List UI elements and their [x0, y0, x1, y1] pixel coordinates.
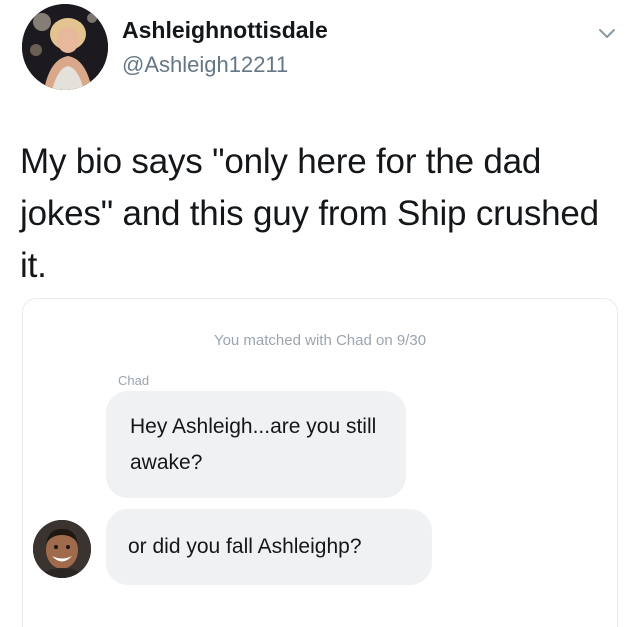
- user-handle[interactable]: @Ashleigh12211: [122, 52, 288, 78]
- tweet-text: My bio says "only here for the dad jokes…: [20, 142, 599, 285]
- message-bubble: or did you fall Ashleighp?: [106, 509, 432, 585]
- avatar-photo: [22, 4, 108, 90]
- message-bubble: Hey Ashleigh...are you still awake?: [106, 391, 406, 498]
- match-notice: You matched with Chad on 9/30: [213, 332, 427, 349]
- chevron-down-icon[interactable]: [596, 26, 618, 42]
- sender-name: Chad: [118, 373, 150, 388]
- avatar[interactable]: [22, 4, 108, 90]
- sender-avatar-photo: [33, 520, 91, 578]
- tweet: Ashleighnottisdale @Ashleigh12211 My bio…: [0, 0, 640, 627]
- display-name[interactable]: Ashleighnottisdale: [122, 17, 328, 44]
- sender-avatar: [33, 520, 91, 578]
